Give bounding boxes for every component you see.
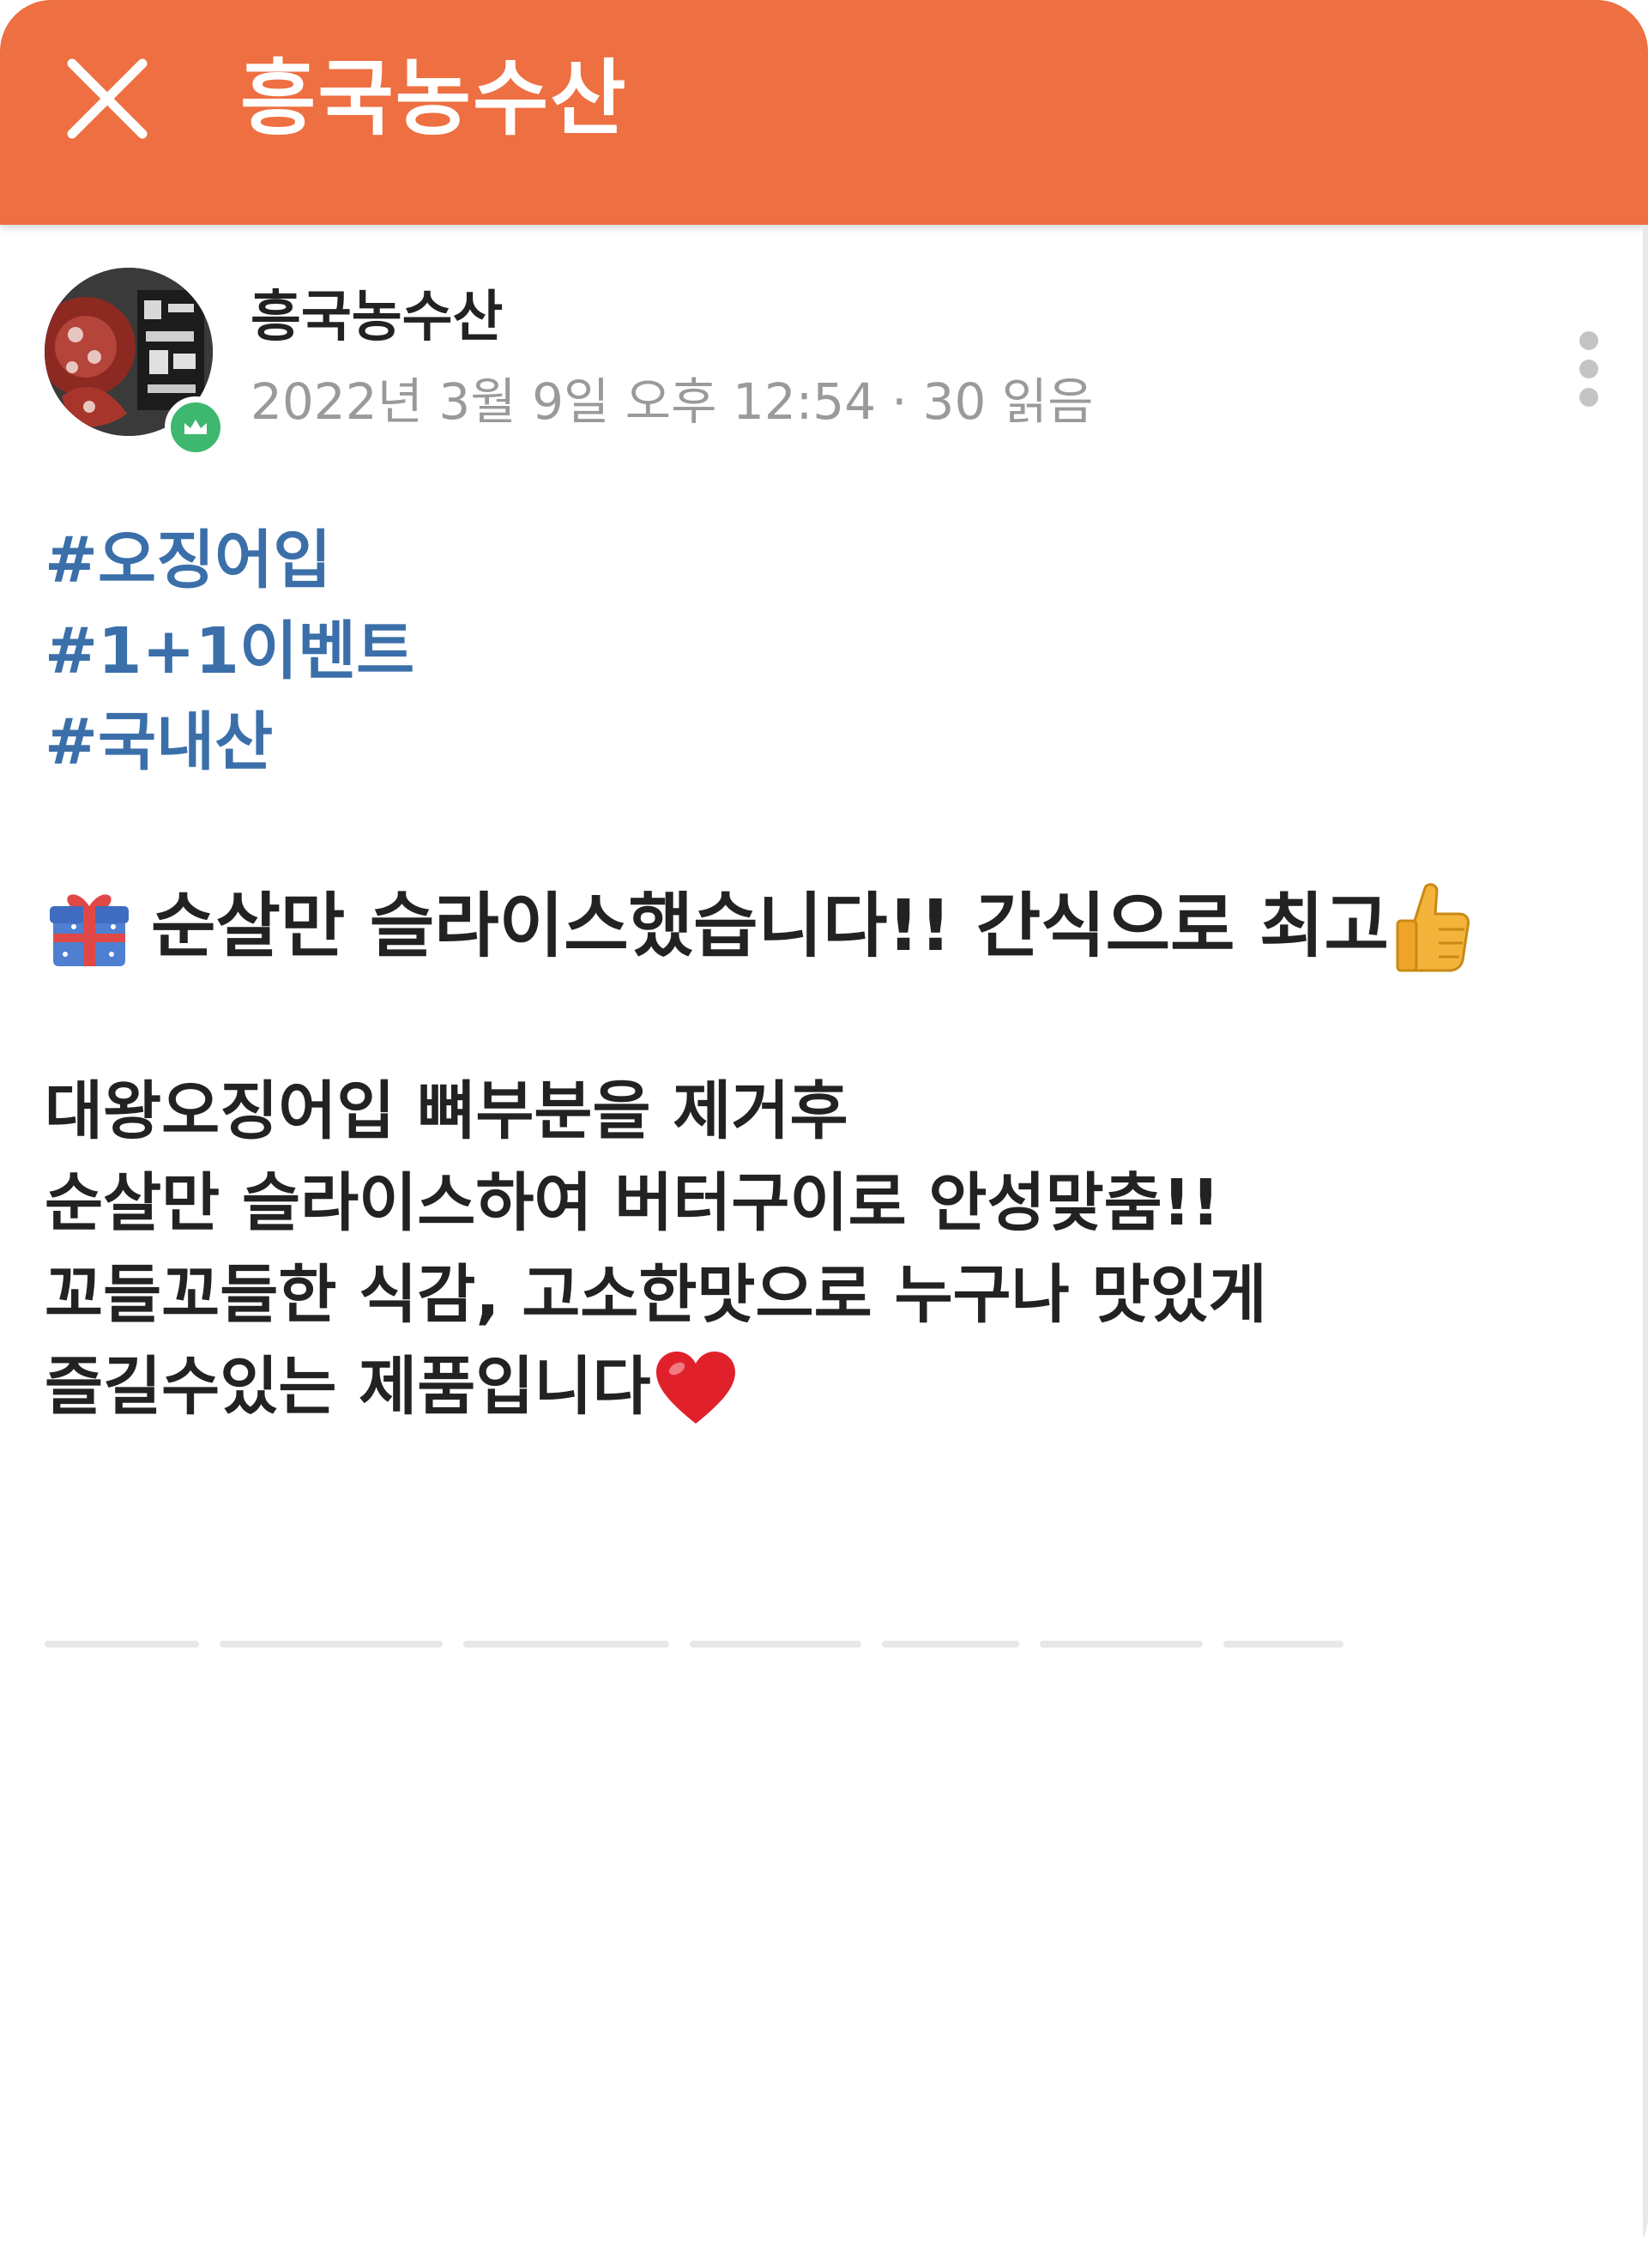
more-options-button[interactable] bbox=[1568, 326, 1611, 412]
page-title: 흥국농수산 bbox=[240, 51, 628, 147]
screen: 흥국농수산 흥국농수산 2022년 3월 9일 오후 12:54 · 30 읽음… bbox=[0, 0, 1648, 2268]
body-line: 순살만 슬라이스하여 버터구이로 안성맞춤!! bbox=[45, 1166, 1221, 1240]
body-line: 즐길수있는 제품입니다 bbox=[45, 1341, 1267, 1433]
headline: 순살만 슬라이스했습니다!! 간식으로 최고 bbox=[45, 875, 1473, 978]
author-name[interactable]: 흥국농수산 bbox=[251, 283, 503, 352]
scrollbar-track bbox=[1643, 225, 1648, 2268]
hashtag-link[interactable]: #1+1이벤트 bbox=[45, 606, 414, 697]
thumbs-up-icon bbox=[1396, 883, 1470, 972]
headline-text: 순살만 슬라이스했습니다!! 간식으로 최고 bbox=[151, 886, 1389, 967]
read-count: 30 읽음 bbox=[922, 372, 1094, 431]
crown-badge bbox=[165, 396, 226, 458]
close-icon bbox=[67, 58, 148, 139]
heart-icon bbox=[655, 1351, 735, 1424]
post-date: 2022년 3월 9일 오후 12:54 bbox=[251, 372, 877, 431]
meta-separator: · bbox=[891, 372, 908, 431]
app-bar: 흥국농수산 bbox=[0, 0, 1648, 225]
hashtag-link[interactable]: #국내산 bbox=[45, 697, 414, 788]
post-meta: 2022년 3월 9일 오후 12:54 · 30 읽음 bbox=[251, 369, 1094, 434]
crown-icon bbox=[184, 420, 207, 434]
close-button[interactable] bbox=[60, 51, 154, 146]
post-body: 대왕오징어입 뼈부분을 제거후 순살만 슬라이스하여 버터구이로 안성맞춤!! … bbox=[45, 1066, 1267, 1433]
body-line: 대왕오징어입 뼈부분을 제거후 bbox=[45, 1074, 848, 1148]
truncated-text-row bbox=[45, 1641, 1366, 1649]
hashtag-list: #오징어입 #1+1이벤트 #국내산 bbox=[45, 515, 414, 788]
more-vertical-icon bbox=[1579, 331, 1598, 350]
hashtag-link[interactable]: #오징어입 bbox=[45, 515, 414, 606]
body-line: 꼬들꼬들한 식감, 고소한맛으로 누구나 맛있게 bbox=[45, 1258, 1267, 1332]
gift-icon bbox=[50, 894, 129, 966]
